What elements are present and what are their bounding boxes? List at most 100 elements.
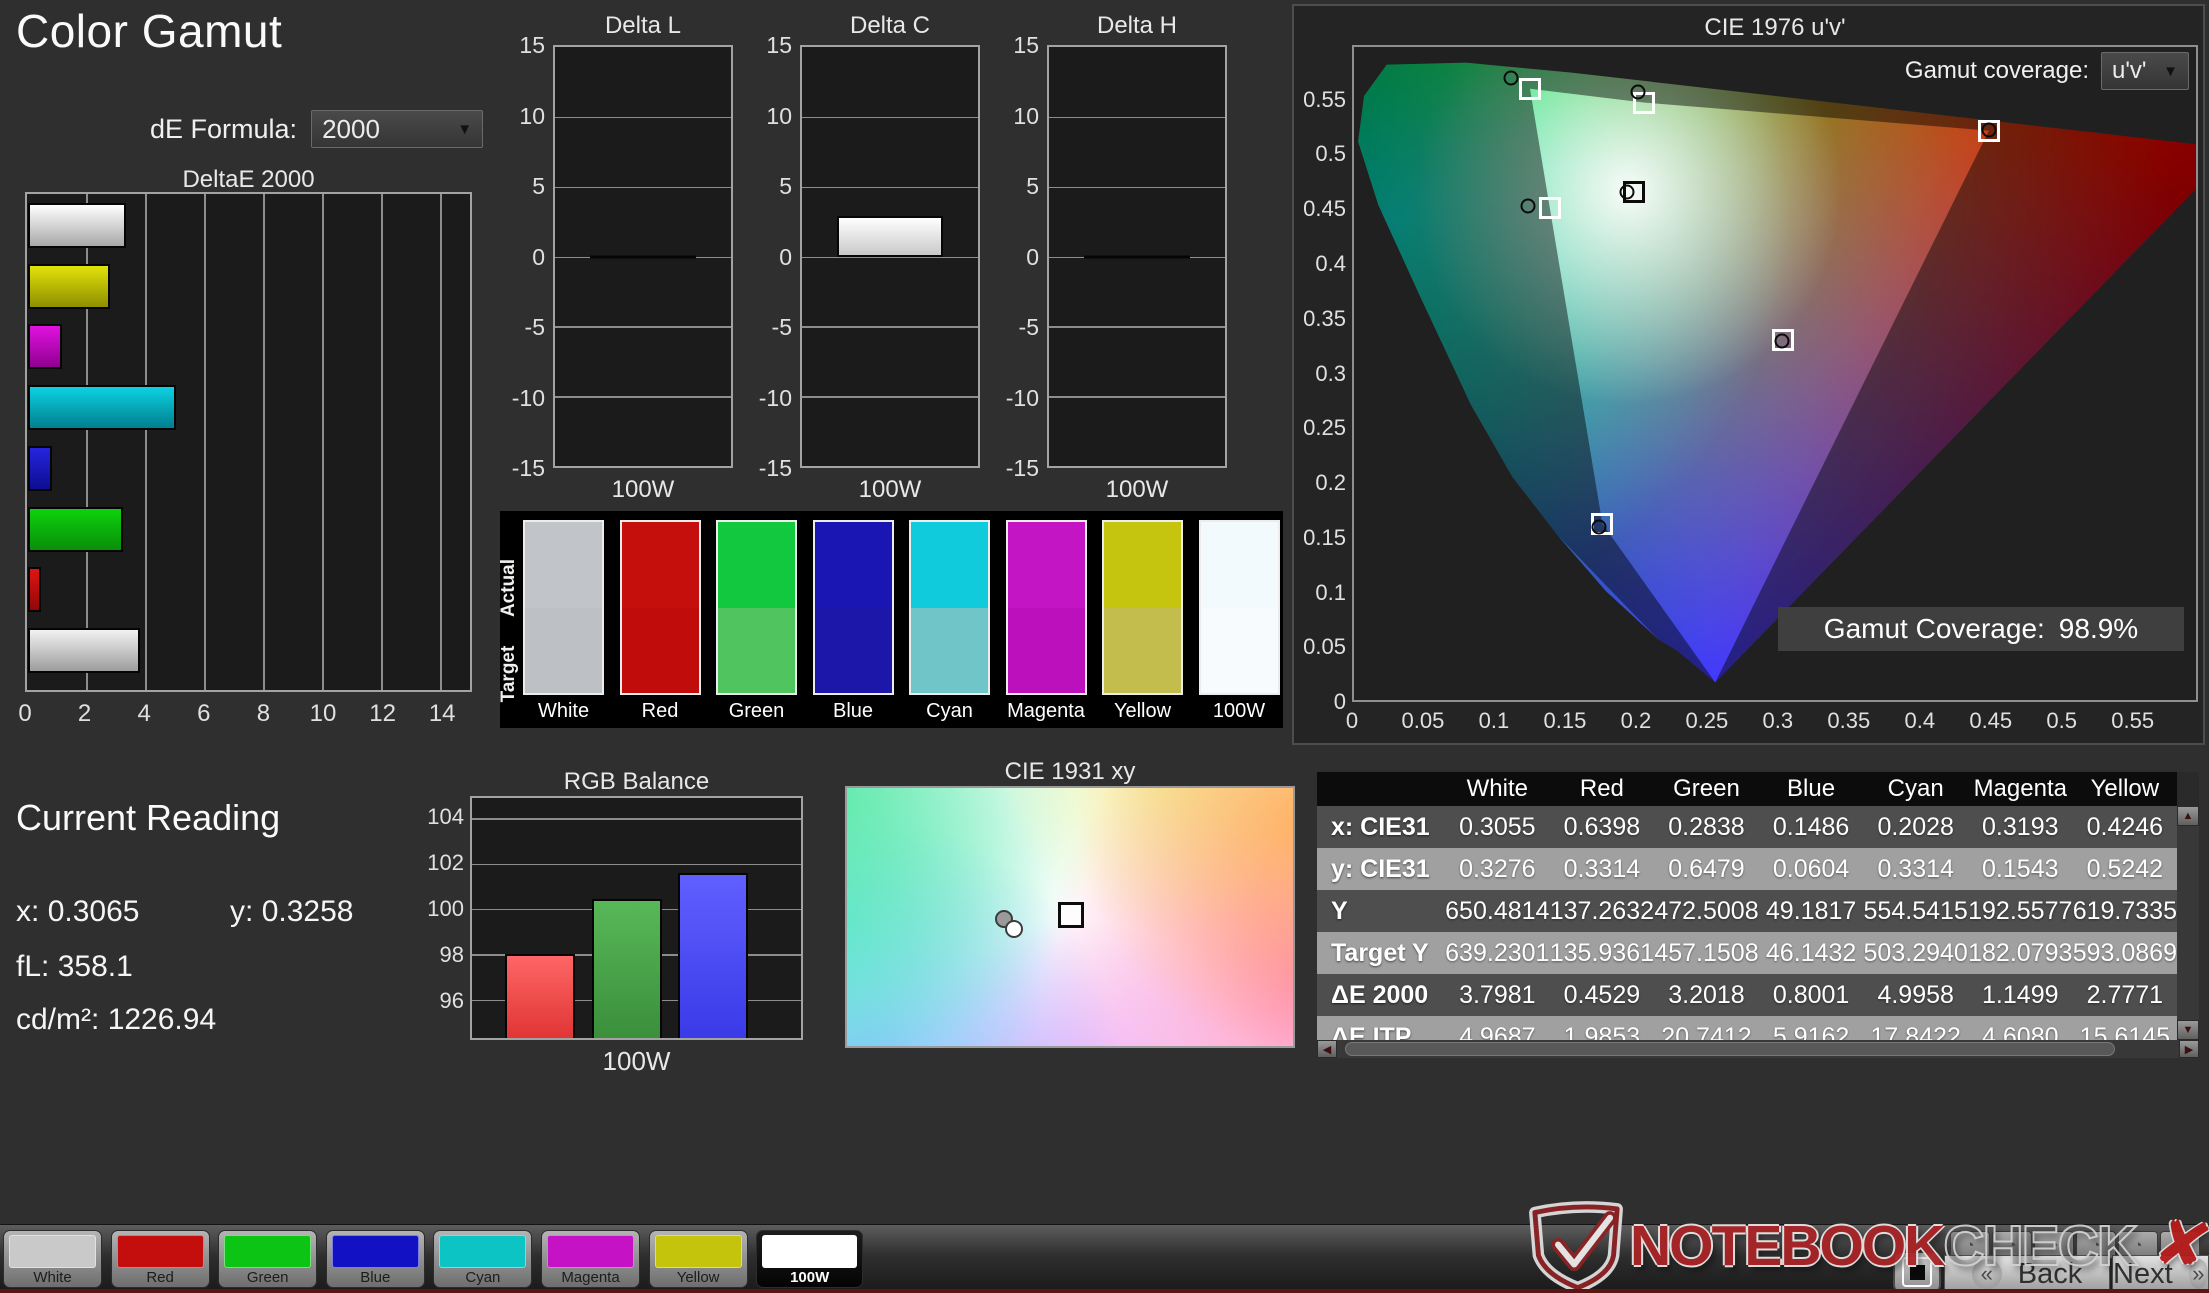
table-cell: 135.9361 (1549, 938, 1655, 967)
deltae-plot (25, 192, 472, 692)
table-cell: 457.1508 (1654, 938, 1759, 967)
table-cell: 0.6479 (1668, 854, 1745, 883)
table-header-row: White Red Green Blue Cyan Magenta Yellow (1317, 772, 2177, 806)
y-tick-label: 5 (1026, 173, 1039, 199)
pattern-button-label: Cyan (465, 1269, 501, 1286)
deltae-x-tick-4: 4 (137, 700, 151, 727)
pattern-button-magenta[interactable]: Magenta (541, 1230, 640, 1288)
y-tick-label: -5 (1018, 314, 1039, 340)
swatch-blue: Blue (812, 520, 894, 724)
delta-plot (1047, 45, 1227, 468)
pattern-button-100w[interactable]: 100W (756, 1230, 864, 1288)
uv-x-tick-0.3: 0.3 (1762, 708, 1794, 733)
stop-icon (1902, 1257, 1932, 1287)
table-cell: 593.0869 (2072, 938, 2177, 967)
scroll-left-button[interactable]: ◀ (1317, 1040, 1337, 1058)
rgb-y-tick-104: 104 (427, 803, 464, 829)
table-row: y: CIE31 0.3276 0.3314 0.6479 0.0604 0.3314 0.… (1317, 848, 2177, 890)
uv-y-tick-0.3: 0.3 (1315, 360, 1346, 386)
scroll-right-button[interactable]: ▶ (2179, 1040, 2199, 1058)
gamut-coverage-mode: u'v' (2112, 57, 2147, 84)
y-tick-label: 5 (532, 173, 545, 199)
scroll-down-button[interactable]: ▼ (2177, 1020, 2199, 1040)
gamut-coverage-value: 98.9% (2058, 613, 2139, 644)
uv-x-tick-0: 0 (1345, 708, 1359, 733)
rgb-y-tick-98: 98 (439, 941, 464, 967)
de-formula-dropdown[interactable]: 2000 ▼ (311, 110, 484, 148)
uv-x-tick-0.45: 0.45 (1969, 708, 2013, 733)
table-cell: 192.5577 (1968, 896, 2073, 925)
target-row-label: Target (498, 645, 519, 703)
deltae-x-axis: 0 2 4 6 8 10 12 14 (18, 700, 472, 730)
table-horizontal-scrollbar[interactable]: ◀ ▶ (1317, 1040, 2199, 1058)
uv-y-tick-0.1: 0.1 (1315, 579, 1346, 605)
table-header-blue: Blue (1787, 775, 1836, 802)
pattern-button-label: Blue (360, 1269, 391, 1286)
x-axis-label: 100W (1105, 476, 1169, 503)
back-button[interactable]: « Back (1944, 1255, 2110, 1293)
deltae-bar-red (28, 567, 42, 613)
table-cell: 46.1432 (1765, 938, 1857, 967)
table-cell: 650.4814 (1445, 896, 1550, 925)
uv-measured-circle-green (1503, 70, 1519, 86)
scrollbar-thumb[interactable] (1345, 1042, 2115, 1056)
swatch-100w: 100W (1198, 520, 1280, 724)
table-header-red: Red (1579, 775, 1624, 802)
deltae-2000-chart: DeltaE 2000 0 2 4 6 8 10 12 14 (14, 160, 534, 730)
pattern-button-cyan[interactable]: Cyan (433, 1230, 533, 1288)
table-cell: 0.3314 (1877, 854, 1954, 883)
gridline (555, 186, 731, 189)
uv-y-tick-0: 0 (1333, 689, 1346, 714)
deltae-bar-blue (28, 445, 52, 491)
chevron-left-icon: « (1971, 1259, 2002, 1289)
table-header-white: White (1466, 775, 1528, 802)
swatch-label: Red (641, 700, 679, 722)
table-cell: 0.5242 (2086, 854, 2164, 883)
uv-x-tick-0.2: 0.2 (1620, 708, 1652, 733)
stop-button[interactable] (1893, 1251, 1941, 1293)
actual-target-swatches: Actual Target White Red Green Blue Cyan Magen… (498, 511, 1283, 728)
de-formula-label: dE Formula: (150, 113, 298, 144)
swatch-actual-patch (909, 520, 990, 608)
rgb-bar-red (505, 954, 575, 1038)
deltae-x-tick-12: 12 (369, 700, 396, 727)
deltae-x-tick-14: 14 (428, 700, 456, 727)
swatch-target-patch (1005, 608, 1087, 695)
next-button[interactable]: Next » (2112, 1255, 2209, 1293)
y-tick-label: -10 (1005, 384, 1039, 411)
pattern-button-green[interactable]: Green (218, 1230, 318, 1288)
gridline (802, 326, 978, 328)
scroll-up-button[interactable]: ▲ (2177, 806, 2199, 826)
deltae-gridline (381, 194, 383, 690)
actual-row-label: Actual (498, 558, 519, 618)
chevron-down-icon: ▼ (2163, 62, 2178, 80)
swatch-actual-patch (523, 520, 604, 608)
swatch-target-patch (1198, 608, 1280, 695)
pattern-color-chip (224, 1235, 312, 1268)
table-row-label: Y (1331, 896, 1348, 925)
pattern-button-red[interactable]: Red (110, 1230, 210, 1288)
x-axis-label: 100W (858, 476, 922, 503)
chart-title: Delta C (849, 12, 931, 39)
table-cell: 0.4529 (1563, 980, 1641, 1009)
uv-x-tick-0.35: 0.35 (1827, 708, 1871, 733)
y-tick-label: 5 (779, 173, 792, 199)
table-cell: 137.2632 (1549, 896, 1655, 925)
swatch-target-patch (523, 608, 604, 695)
chart-title: Delta H (1096, 12, 1178, 39)
gamut-coverage-readout: Gamut Coverage: 98.9% (1778, 607, 2184, 651)
swatch-magenta: Magenta (1005, 520, 1087, 724)
swatch-actual-patch (619, 520, 701, 608)
pattern-button-yellow[interactable]: Yellow (648, 1230, 748, 1288)
table-row-label: y: CIE31 (1331, 854, 1430, 883)
gamut-coverage-dropdown[interactable]: u'v' ▼ (2101, 52, 2189, 90)
y-tick-label: -5 (771, 314, 792, 340)
uv-y-tick-0.35: 0.35 (1303, 305, 1346, 331)
y-tick-label: -10 (511, 384, 545, 411)
table-vertical-scrollbar[interactable]: ▲ ▼ (2177, 806, 2199, 1040)
pattern-color-chip (116, 1235, 204, 1268)
pattern-button-blue[interactable]: Blue (325, 1230, 425, 1288)
uv-y-tick-0.4: 0.4 (1315, 250, 1346, 276)
pattern-button-white[interactable]: White (3, 1230, 102, 1288)
deltae-x-tick-6: 6 (197, 700, 211, 727)
